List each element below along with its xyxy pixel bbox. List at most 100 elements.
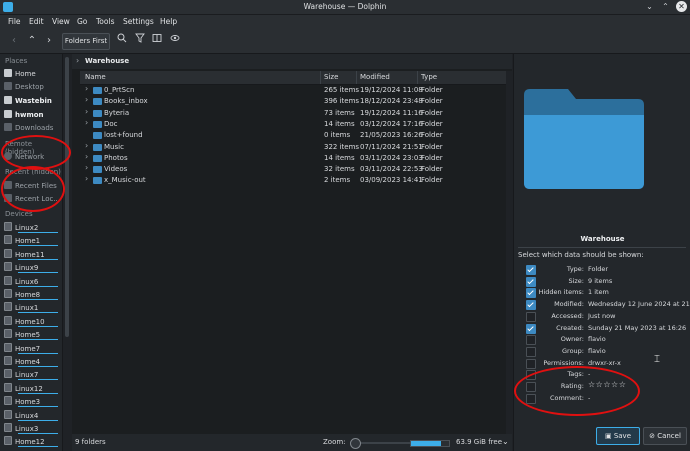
chevron-down-icon[interactable]: ⌄ (502, 437, 509, 446)
cancel-button[interactable]: ⊘ Cancel (643, 427, 687, 445)
table-row[interactable]: › 0_PrtScn 265 items 19/12/2024 11:08 Folder (80, 84, 506, 96)
minimize-icon[interactable]: ⌄ (644, 1, 655, 12)
expand-icon[interactable]: › (85, 163, 88, 172)
column-divider[interactable] (356, 71, 357, 84)
sidebar-item-recent-files[interactable]: Recent Files (4, 181, 58, 192)
sidebar-item-device[interactable]: Home4 (4, 356, 58, 367)
sidebar-item-device[interactable]: Linux12 (4, 382, 58, 394)
breadcrumb-separator-icon[interactable]: › (76, 56, 79, 65)
menu-edit[interactable]: Edit (29, 17, 44, 26)
metadata-checkbox[interactable] (526, 265, 536, 275)
sidebar-item-home[interactable]: Home (4, 69, 58, 80)
sidebar-item-device[interactable]: Home8 (4, 289, 58, 300)
expand-icon[interactable]: › (85, 141, 88, 150)
sidebar-item-network[interactable]: Network (4, 152, 58, 163)
expand-icon[interactable]: › (85, 107, 88, 116)
save-button[interactable]: ▣ Save (596, 427, 640, 445)
expand-icon[interactable]: › (85, 95, 88, 104)
table-row[interactable]: › Videos 32 items 03/11/2024 22:53 Folder (80, 163, 506, 175)
table-row[interactable]: › Byteria 73 items 19/12/2024 11:16 Folder (80, 107, 506, 119)
sidebar-item-device[interactable]: Linux6 (4, 275, 58, 287)
close-icon[interactable]: ✕ (676, 1, 687, 12)
sidebar-item-wastebin[interactable]: Wastebin (4, 96, 58, 107)
sidebar-item-device[interactable]: Home7 (4, 342, 58, 354)
device-usage-bar (18, 392, 58, 394)
folder-icon (4, 110, 12, 118)
metadata-checkbox[interactable] (526, 335, 536, 346)
menu-go[interactable]: Go (77, 17, 87, 26)
sidebar-item-device[interactable]: Home1 (4, 235, 58, 247)
table-row[interactable]: › Photos 14 items 03/11/2024 23:03 Folder (80, 152, 506, 164)
table-row[interactable]: › Books_inbox 396 items 18/12/2024 23:48 Fol… (80, 95, 506, 107)
filter-icon[interactable] (134, 33, 146, 49)
file-size: 14 items (324, 153, 355, 162)
sidebar-item-device[interactable]: Linux9 (4, 262, 58, 274)
expand-icon[interactable]: › (85, 152, 88, 161)
sidebar-item-device[interactable]: Home12 (4, 436, 58, 448)
zoom-slider-handle[interactable] (349, 438, 361, 449)
sidebar-item-recent-locations[interactable]: Recent Loc... (4, 194, 61, 205)
metadata-value: - (588, 370, 591, 379)
sidebar-item-label: Recent Loc... (15, 195, 61, 203)
sidebar-item-desktop[interactable]: Desktop (4, 82, 58, 93)
sidebar-item-device[interactable]: Home10 (4, 315, 58, 327)
menu-help[interactable]: Help (160, 17, 177, 26)
menu-view[interactable]: View (52, 17, 70, 26)
folder-icon (93, 132, 102, 140)
column-divider[interactable] (417, 71, 418, 84)
table-row[interactable]: › x_Music-out 2 items 03/09/2023 14:41 Folde… (80, 174, 506, 186)
sidebar-item-label: Linux1 (15, 304, 39, 313)
up-icon[interactable]: ⌃ (26, 33, 38, 49)
breadcrumb-current[interactable]: Warehouse (85, 57, 129, 65)
network-icon (4, 152, 12, 160)
expand-icon[interactable]: › (85, 118, 88, 127)
sidebar-item-device[interactable]: Home3 (4, 396, 58, 408)
sidebar-item-hwmon[interactable]: hwmon (4, 110, 58, 121)
forward-icon[interactable]: › (43, 33, 55, 49)
column-divider[interactable] (320, 71, 321, 84)
menu-tools[interactable]: Tools (96, 17, 114, 26)
rating-stars[interactable]: ☆☆☆☆☆ (588, 380, 626, 389)
metadata-checkbox[interactable] (526, 276, 536, 287)
table-row[interactable]: › Doc 14 items 03/12/2024 17:16 Folder (80, 118, 506, 130)
maximize-icon[interactable]: ⌃ (660, 1, 671, 12)
back-icon[interactable]: ‹ (8, 33, 20, 49)
sidebar-scrollbar[interactable] (63, 54, 71, 451)
sidebar-item-device[interactable]: Home5 (4, 329, 58, 341)
metadata-checkbox[interactable] (526, 288, 536, 299)
metadata-value: Folder (588, 265, 609, 273)
column-size[interactable]: Size (324, 73, 338, 81)
split-view-icon[interactable] (151, 33, 163, 49)
expand-icon[interactable]: › (85, 84, 88, 93)
sidebar-item-device[interactable]: Linux2 (4, 222, 58, 233)
metadata-checkbox[interactable] (526, 370, 536, 381)
sidebar-item-device[interactable]: Home11 (4, 248, 58, 260)
show-hidden-icon[interactable] (169, 33, 181, 49)
metadata-checkbox[interactable] (526, 382, 536, 392)
sidebar-item-device[interactable]: Linux7 (4, 369, 58, 381)
metadata-checkbox[interactable] (526, 393, 536, 404)
column-type[interactable]: Type (421, 73, 437, 81)
metadata-checkbox[interactable] (526, 358, 536, 369)
folders-first-button[interactable]: Folders First (62, 33, 110, 50)
device-usage-bar (18, 232, 58, 233)
column-modified[interactable]: Modified (360, 73, 390, 81)
sidebar-scroll-thumb[interactable] (65, 57, 69, 337)
menu-settings[interactable]: Settings (123, 17, 154, 26)
search-icon[interactable] (116, 33, 128, 49)
sidebar-item-downloads[interactable]: Downloads (4, 123, 58, 134)
sidebar-item-device[interactable]: Linux1 (4, 302, 58, 314)
folder-icon (93, 143, 102, 151)
metadata-checkbox[interactable] (526, 323, 536, 334)
table-row[interactable]: lost+found 0 items 21/05/2023 16:26 Folder (80, 130, 506, 141)
expand-icon[interactable]: › (85, 174, 88, 183)
column-name[interactable]: Name (85, 73, 106, 81)
metadata-checkbox[interactable] (526, 346, 536, 357)
menu-file[interactable]: File (8, 17, 21, 26)
table-row[interactable]: › Music 322 items 07/11/2024 21:51 Folder (80, 141, 506, 153)
file-view-scrollbar[interactable] (506, 71, 512, 434)
sidebar-item-device[interactable]: Linux4 (4, 409, 58, 421)
sidebar-item-device[interactable]: Linux3 (4, 423, 58, 434)
metadata-checkbox[interactable] (526, 300, 536, 311)
metadata-checkbox[interactable] (526, 311, 536, 322)
